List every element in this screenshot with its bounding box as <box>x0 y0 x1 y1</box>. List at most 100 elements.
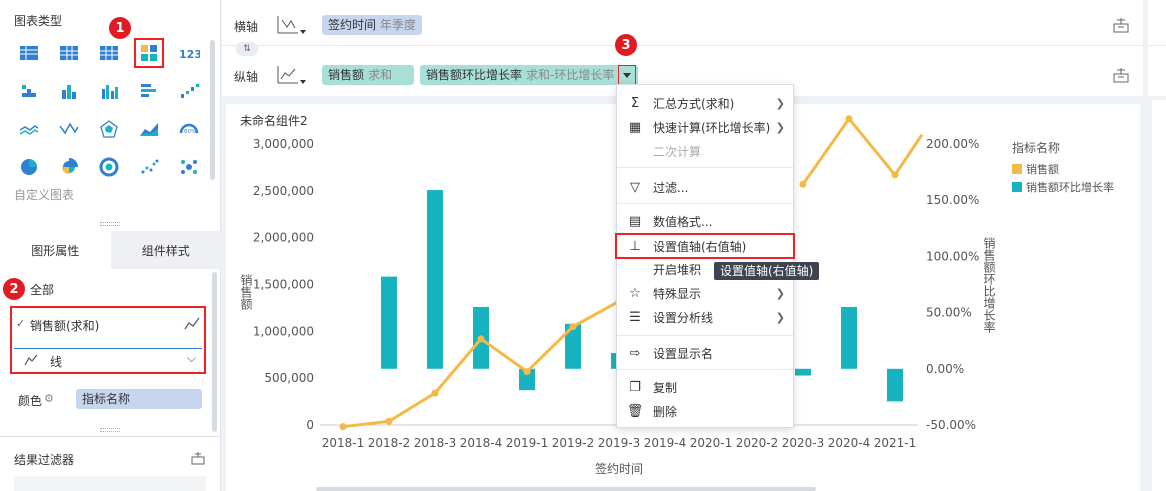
y-axis-type-icon[interactable] <box>276 64 306 86</box>
bar-chart-icon[interactable] <box>134 76 164 106</box>
line-chart-icon[interactable] <box>14 114 44 144</box>
x-tick-label: 2019-2 <box>552 436 595 450</box>
series-item-label[interactable]: 销售额(求和) <box>30 317 99 334</box>
y-axis-settings-icon[interactable] <box>1112 66 1130 84</box>
x-tick-label: 2020-3 <box>782 436 825 450</box>
menu-item-label: 复制 <box>653 380 678 395</box>
shape-select[interactable]: 线 ⌵ <box>14 348 202 372</box>
star-icon: ☆ <box>629 285 641 301</box>
sigma-icon: Σ <box>630 95 640 111</box>
filter-settings-icon[interactable] <box>190 450 206 466</box>
bar-2021-1 <box>887 368 903 402</box>
menu-separator <box>617 335 793 336</box>
swap-axes-icon[interactable]: ⇅ <box>236 42 258 56</box>
y-field-2-dropdown-button[interactable] <box>618 65 636 85</box>
menu-item-analysis-line[interactable]: ☰ 设置分析线 ❯ <box>617 305 793 329</box>
color-field-pill[interactable]: 指标名称 <box>76 389 202 409</box>
menu-separator <box>617 369 793 370</box>
x-field-pill[interactable]: 签约时间 年季度 <box>322 15 423 35</box>
menu-item-filter[interactable]: ▽ 过滤... <box>617 175 793 199</box>
left-panel: 图表类型 123 60% 自定义图表 图形属性 组件样式 全部 ✓ 销售额(求和… <box>0 0 221 491</box>
menu-item-label: 快速计算(环比增长率) <box>653 120 771 135</box>
x-tick-label: 2019-4 <box>644 436 687 450</box>
grouped-table-icon[interactable] <box>134 38 164 68</box>
tab-component-style[interactable]: 组件样式 <box>110 231 221 269</box>
legend-swatch <box>1012 164 1022 174</box>
filter-dropzone[interactable] <box>14 476 206 491</box>
y-field-pill-2[interactable]: 销售额环比增长率 求和-环比增长率 <box>420 65 638 85</box>
rename-icon: ⇨ <box>629 345 641 361</box>
scatter-icon[interactable] <box>134 152 164 182</box>
right-tick-label: 100.00% <box>926 249 979 263</box>
rose-chart-icon[interactable] <box>54 152 84 182</box>
stacked-bar-icon[interactable] <box>14 76 44 106</box>
cross-table-icon[interactable] <box>54 38 84 68</box>
multi-pie-icon[interactable] <box>94 152 124 182</box>
line-point-2020-4 <box>845 115 853 123</box>
line-point-2019-2 <box>569 323 577 331</box>
column-chart-icon[interactable] <box>54 76 84 106</box>
line-point-2020-3 <box>799 180 807 188</box>
grouped-column-icon[interactable] <box>94 76 124 106</box>
table-icon[interactable] <box>14 38 44 68</box>
menu-item-display-name[interactable]: ⇨ 设置显示名 <box>617 341 793 365</box>
pie-chart-icon[interactable] <box>14 152 44 182</box>
chart-scrollbar[interactable] <box>316 487 816 491</box>
line-point-2021-1 <box>891 171 899 179</box>
caret-down-icon <box>623 73 631 78</box>
tab-graph-properties[interactable]: 图形属性 <box>0 231 111 269</box>
gauge-icon[interactable]: 60% <box>174 114 204 144</box>
chevron-down-icon: ⌵ <box>186 351 196 365</box>
bubble-icon[interactable] <box>174 152 204 182</box>
polyline-icon[interactable] <box>54 114 84 144</box>
chevron-right-icon: ❯ <box>775 96 785 110</box>
area-chart-icon[interactable] <box>134 114 164 144</box>
menu-item-copy[interactable]: ❐ 复制 <box>617 375 793 399</box>
x-axis-label: 横轴 <box>234 20 259 34</box>
x-axis-settings-icon[interactable] <box>1112 16 1130 34</box>
resize-handle[interactable] <box>100 222 120 226</box>
menu-item-number-format[interactable]: ▤ 数值格式... <box>617 209 793 233</box>
color-settings-icon[interactable]: ⚙ <box>44 392 54 405</box>
bar-2018-2 <box>381 276 397 369</box>
x-tick-label: 2020-2 <box>736 436 779 450</box>
legend-label: 销售额 <box>1026 162 1059 176</box>
menu-item-label: 数值格式... <box>653 214 713 229</box>
resize-handle-2[interactable] <box>100 428 120 432</box>
menu-item-aggregation[interactable]: Σ 汇总方式(求和) ❯ <box>617 91 793 115</box>
line-point-2018-2 <box>385 417 393 425</box>
chevron-right-icon: ❯ <box>775 286 785 300</box>
menu-item-delete[interactable]: 🗑 删除 <box>617 399 793 423</box>
axis-icon: ⊥ <box>629 238 641 254</box>
line-shape-icon <box>24 354 38 366</box>
waterfall-icon[interactable] <box>174 76 204 106</box>
calculator-icon: ▦ <box>628 119 642 135</box>
all-label[interactable]: 全部 <box>30 281 54 298</box>
menu-item-quick-calc[interactable]: ▦ 快速计算(环比增长率) ❯ <box>617 115 793 139</box>
chart-type-title: 图表类型 <box>14 14 63 28</box>
x-tick-label: 2020-4 <box>828 436 871 450</box>
chart-type-scrollbar[interactable] <box>210 40 215 180</box>
divider <box>0 436 221 437</box>
number-format-icon: ▤ <box>628 213 642 229</box>
detail-table-icon[interactable] <box>94 38 124 68</box>
chevron-right-icon: ❯ <box>775 120 785 134</box>
x-axis-type-icon[interactable] <box>276 14 306 36</box>
y-field-pill-1[interactable]: 销售额 求和 <box>322 65 414 85</box>
legend-label: 销售额环比增长率 <box>1026 180 1114 194</box>
menu-item-special-display[interactable]: ☆ 特殊显示 ❯ <box>617 281 793 305</box>
menu-item-set-value-axis[interactable]: ⊥ 设置值轴(右值轴) <box>615 233 795 259</box>
svg-text:60%: 60% <box>184 129 196 135</box>
legend-swatch <box>1012 182 1022 192</box>
property-scrollbar[interactable] <box>212 272 217 432</box>
chevron-right-icon: ❯ <box>775 310 785 324</box>
right-gutter <box>1143 0 1148 491</box>
custom-chart-label[interactable]: 自定义图表 <box>14 186 74 203</box>
axis-bar: 横轴 签约时间 年季度 ⇅ 纵轴 销售额 求和 销售额环比增长率 求和-环比增长率 <box>222 0 1166 96</box>
radar-icon[interactable] <box>94 114 124 144</box>
menu-item-secondary-calc: 二次计算 <box>617 139 793 163</box>
kpi-number-icon[interactable]: 123 <box>174 38 204 68</box>
x-tick-label: 2018-3 <box>414 436 457 450</box>
step-badge-1: 1 <box>109 17 131 39</box>
menu-item-label: 二次计算 <box>653 144 702 159</box>
